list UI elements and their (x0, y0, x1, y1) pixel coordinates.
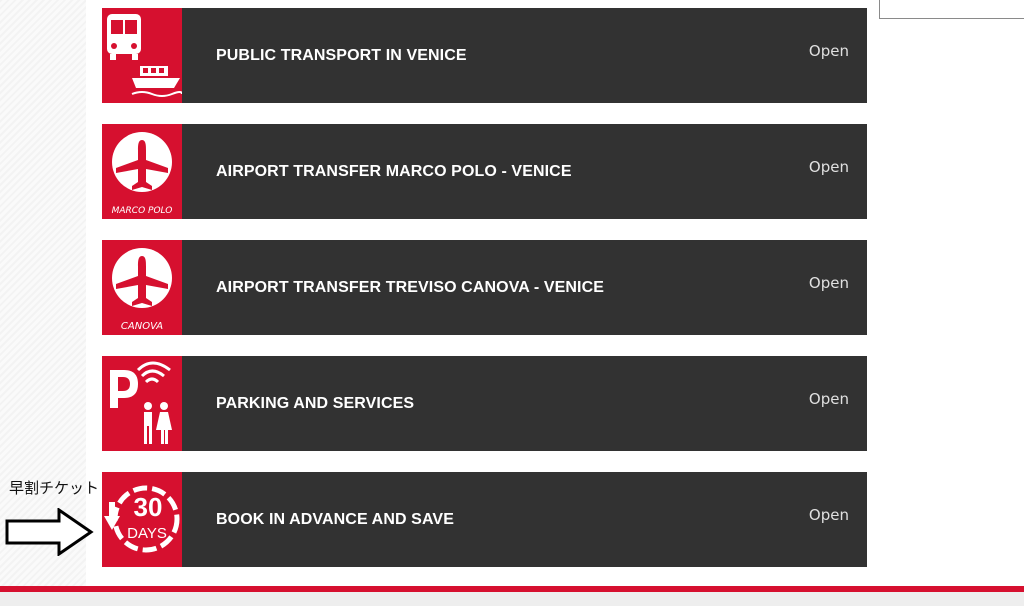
item-title: AIRPORT TRANSFER TREVISO CANOVA - VENICE (216, 279, 605, 296)
accordion-item-airport-marco-polo[interactable]: MARCO POLO AIRPORT TRANSFER MARCO POLO -… (102, 124, 867, 219)
accordion-item-book-in-advance[interactable]: 30 DAYS BOOK IN ADVANCE AND SAVE Open (102, 472, 867, 567)
sidebar-box (879, 0, 1024, 19)
icon-unit: DAYS (127, 525, 167, 542)
item-title: BOOK IN ADVANCE AND SAVE (216, 511, 454, 528)
page-background-texture (0, 0, 86, 590)
open-toggle[interactable]: Open (809, 390, 849, 408)
annotation-label: 早割チケット (9, 479, 100, 497)
open-toggle[interactable]: Open (809, 158, 849, 176)
parking-wifi-toilet-icon (102, 356, 182, 451)
bus-boat-icon (102, 8, 182, 103)
item-title: PUBLIC TRANSPORT IN VENICE (216, 47, 467, 64)
accordion-item-airport-treviso[interactable]: CANOVA AIRPORT TRANSFER TREVISO CANOVA -… (102, 240, 867, 335)
accordion-item-public-transport[interactable]: PUBLIC TRANSPORT IN VENICE Open (102, 8, 867, 103)
accordion-item-parking[interactable]: PARKING AND SERVICES Open (102, 356, 867, 451)
icon-caption: MARCO POLO (112, 206, 173, 216)
open-toggle[interactable]: Open (809, 274, 849, 292)
footer-strip (0, 592, 1024, 606)
open-toggle[interactable]: Open (809, 42, 849, 60)
airplane-icon: CANOVA (102, 240, 182, 335)
airplane-icon: MARCO POLO (102, 124, 182, 219)
30-days-icon: 30 DAYS (102, 472, 182, 567)
item-title: AIRPORT TRANSFER MARCO POLO - VENICE (216, 163, 572, 180)
icon-caption: CANOVA (121, 321, 163, 332)
open-toggle[interactable]: Open (809, 506, 849, 524)
item-title: PARKING AND SERVICES (216, 395, 415, 412)
arrow-right-icon (5, 507, 95, 561)
icon-number: 30 (134, 492, 163, 522)
